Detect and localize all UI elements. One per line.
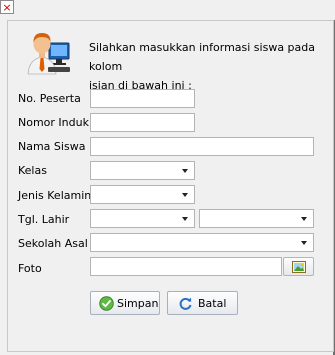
jenis-kelamin-label: Jenis Kelamin [18,189,92,202]
nomor-induk-input[interactable] [90,113,195,132]
intro-line-1: Silahkan masukkan informasi siswa pada k… [89,41,316,73]
tgl-lahir-label: Tgl. Lahir [18,213,70,226]
image-icon [292,261,306,273]
nama-siswa-label: Nama Siswa [18,140,86,153]
no-peserta-label: No. Peserta [18,92,81,105]
chevron-down-icon [182,169,188,173]
simpan-label: Simpan [117,297,159,310]
no-peserta-input[interactable] [90,89,195,108]
close-icon[interactable]: × [0,0,14,14]
foto-label: Foto [18,262,42,275]
sekolah-asal-select[interactable] [90,233,314,252]
chevron-down-icon [301,241,307,245]
batal-label: Batal [198,297,227,310]
batal-button[interactable]: Batal [167,291,238,315]
check-circle-icon [99,296,114,311]
jenis-kelamin-select[interactable] [90,185,195,204]
student-form-window: × Silahkan masukkan informasi siswa pada… [0,0,335,355]
intro-text: Silahkan masukkan informasi siswa pada k… [89,38,324,95]
chevron-down-icon [182,217,188,221]
browse-photo-button[interactable] [283,257,314,276]
user-computer-icon [27,33,70,75]
chevron-down-icon [301,217,307,221]
nomor-induk-label: Nomor Induk [18,116,89,129]
foto-path-input[interactable] [90,257,282,276]
top-edge: × [0,0,335,18]
tgl-lahir-select-2[interactable] [199,209,314,228]
refresh-icon [179,297,192,310]
sekolah-asal-label: Sekolah Asal [18,237,88,250]
kelas-select[interactable] [90,161,195,180]
tgl-lahir-select-1[interactable] [90,209,195,228]
nama-siswa-input[interactable] [90,137,314,156]
chevron-down-icon [182,193,188,197]
simpan-button[interactable]: Simpan [90,291,160,315]
kelas-label: Kelas [18,164,47,177]
